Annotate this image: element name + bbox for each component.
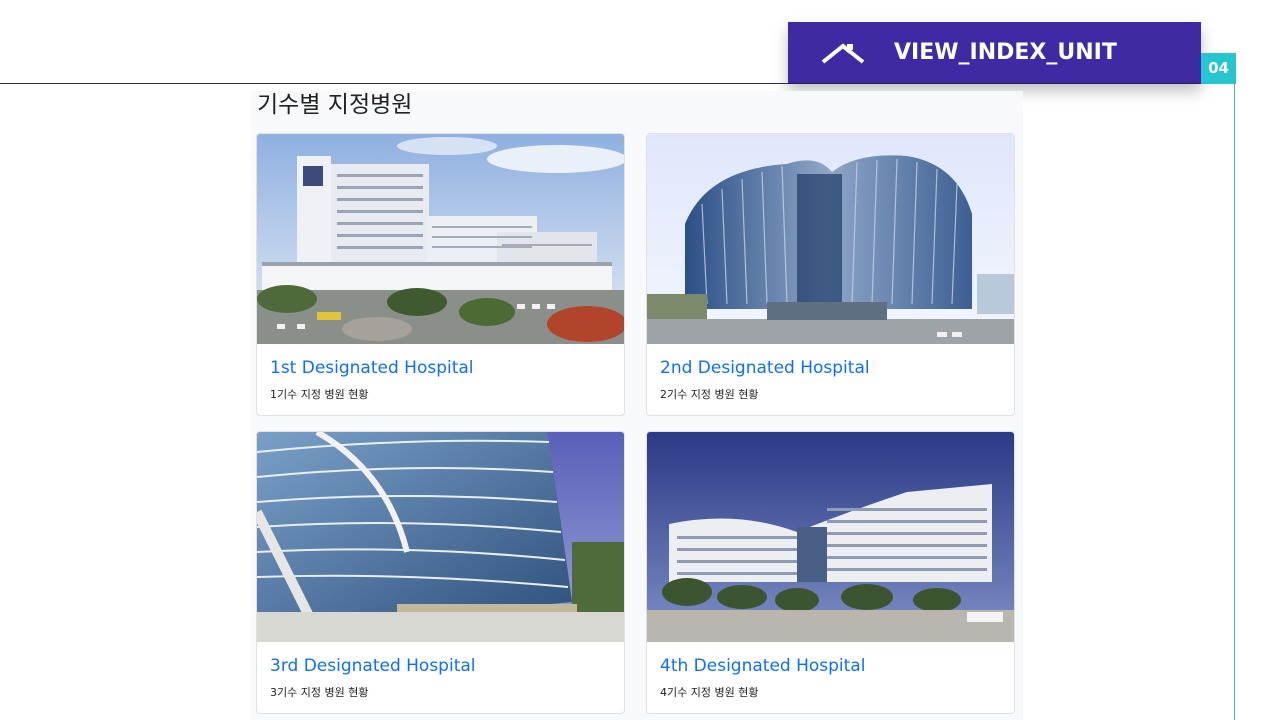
section-heading: 기수별 지정병원	[257, 92, 413, 118]
slide-title: VIEW_INDEX_UNIT	[894, 40, 1117, 65]
card-title[interactable]: 1st Designated Hospital	[270, 358, 474, 378]
page-number-badge: 04	[1201, 53, 1236, 84]
hospital-photo-1	[257, 134, 624, 344]
card-text: 3기수 지정 병원 현황	[270, 686, 369, 699]
card-text: 4기수 지정 병원 현황	[660, 686, 759, 699]
chevron-up-icon	[821, 43, 865, 64]
title-banner: VIEW_INDEX_UNIT	[788, 22, 1201, 83]
hospital-card-1[interactable]: 1st Designated Hospital 1기수 지정 병원 현황	[256, 133, 625, 416]
content-panel: 기수별 지정병원 1st Designated Hospital 1기수 지정 …	[251, 91, 1023, 720]
card-title[interactable]: 4th Designated Hospital	[660, 656, 865, 676]
card-title[interactable]: 3rd Designated Hospital	[270, 656, 476, 676]
card-text: 1기수 지정 병원 현황	[270, 388, 369, 401]
header-divider	[0, 83, 1236, 84]
hospital-card-3[interactable]: 3rd Designated Hospital 3기수 지정 병원 현황	[256, 431, 625, 714]
hospital-card-4[interactable]: 4th Designated Hospital 4기수 지정 병원 현황	[646, 431, 1015, 714]
hospital-photo-3	[257, 432, 624, 642]
card-text: 2기수 지정 병원 현황	[660, 388, 759, 401]
right-border-line	[1234, 83, 1235, 720]
hospital-card-2[interactable]: 2nd Designated Hospital 2기수 지정 병원 현황	[646, 133, 1015, 416]
hospital-photo-4	[647, 432, 1014, 642]
card-title[interactable]: 2nd Designated Hospital	[660, 358, 870, 378]
hospital-photo-2	[647, 134, 1014, 344]
